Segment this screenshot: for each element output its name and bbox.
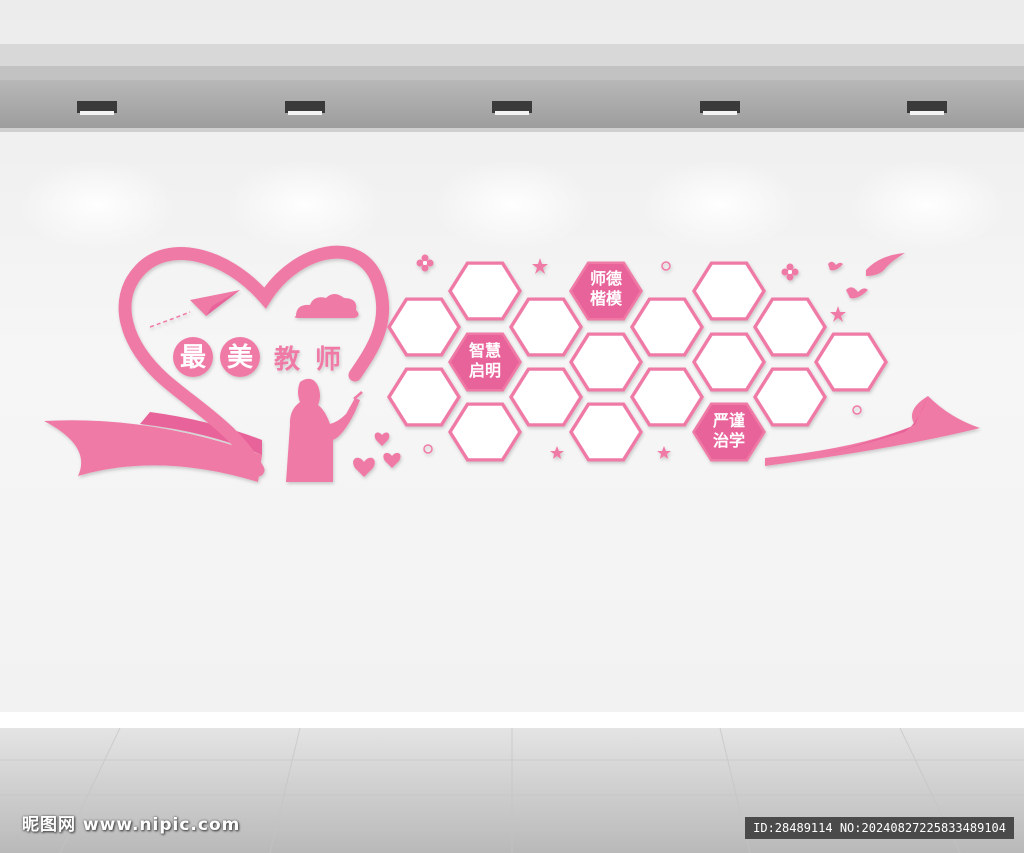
hex-label-2-line1: 智慧: [469, 341, 501, 360]
hex-label-3-line1: 严谨: [712, 411, 745, 430]
spotlight-icon: [285, 101, 325, 115]
hex-label-2-line2: 启明: [469, 361, 501, 380]
baseboard: [0, 712, 1024, 728]
hex-label-1: 师德 楷模: [590, 269, 623, 308]
watermark-id: ID:28489114 NO:20240827225833489104: [745, 817, 1014, 839]
hex-label-1-line2: 楷模: [590, 289, 623, 308]
title-char-1: 最: [180, 343, 207, 373]
hex-label-1-line1: 师德: [590, 269, 622, 288]
hex-label-3: 严谨 治学: [712, 411, 745, 450]
hex-label-2: 智慧 启明: [469, 341, 501, 380]
spotlight-icon: [907, 101, 947, 115]
title-char-3: 教: [274, 345, 300, 375]
scene: 最 美 教 师 师德 楷模 智慧 启明 严谨 治学: [0, 0, 1024, 853]
spotlight-icon: [700, 101, 740, 115]
watermark-site-name: 昵图网: [22, 815, 76, 835]
hex-label-3-line2: 治学: [713, 431, 745, 450]
spotlight-icon: [492, 101, 532, 115]
title-char-4: 师: [315, 345, 341, 375]
watermark-site: 昵图网 www.nipic.com: [22, 810, 240, 835]
spotlight-icon: [77, 101, 117, 115]
ceiling: [0, 44, 1024, 132]
title-char-2: 美: [227, 342, 253, 373]
watermark-site-url: www.nipic.com: [82, 815, 241, 835]
